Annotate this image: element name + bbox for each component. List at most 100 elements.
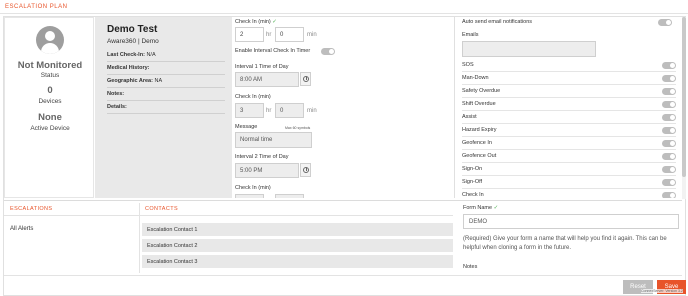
notify-label: SOS — [462, 62, 474, 68]
emails-label: Emails — [462, 32, 479, 38]
auto-email-toggle[interactable] — [658, 19, 672, 26]
status-value: Not Monitored — [17, 60, 83, 71]
geofence-in-toggle[interactable] — [662, 140, 676, 147]
geo-value: NA — [154, 78, 163, 84]
interval-timer-toggle[interactable] — [321, 48, 335, 55]
user-org: Aware360 | Demo — [107, 38, 159, 45]
message-hint: Max 60 symbols — [285, 126, 311, 130]
valid-check-icon: ✓ — [272, 19, 277, 25]
escalations-title: ESCALATIONS — [10, 206, 53, 212]
checkin-label: Check In (min) ✓ — [235, 19, 277, 25]
check-in-toggle[interactable] — [662, 192, 676, 198]
interval2-clock-button[interactable] — [300, 163, 311, 177]
contact-item[interactable]: Escalation Contact 1 — [142, 223, 453, 237]
section-divider — [4, 200, 682, 201]
checkin2-label: Check In (min) — [235, 94, 271, 100]
minutes2-input[interactable]: 0 — [275, 103, 304, 118]
man-down-toggle[interactable] — [662, 75, 676, 82]
minutes3-input[interactable] — [275, 194, 304, 198]
notify-row-safety-overdue: Safety Overdue — [462, 85, 676, 98]
message-input[interactable]: Normal time — [235, 132, 312, 148]
notes-label: Notes: — [107, 91, 125, 97]
notify-row-sign-off: Sign-Off — [462, 176, 676, 189]
minutes-input[interactable]: 0 — [275, 27, 304, 42]
last-checkin-row: Last Check-In: N/A — [107, 49, 225, 62]
checkin-settings: Check In (min) ✓ 2 hr 0 min Enable Inter… — [233, 17, 455, 198]
geo-label: Geographic Area: — [107, 78, 153, 84]
contacts-panel: CONTACTS Escalation Contact 1 Escalation… — [140, 203, 453, 273]
notify-row-check-in: Check In — [462, 189, 676, 198]
notify-label: Geofence Out — [462, 153, 497, 159]
version-label: ConnexServer: Version 3.2 — [641, 289, 683, 293]
footer-divider — [4, 275, 682, 276]
notify-label: Assist — [462, 114, 477, 120]
notify-row-sos: SOS — [462, 59, 676, 72]
escalation-item-all-alerts[interactable]: All Alerts — [10, 226, 33, 232]
active-device-label: Active Device — [30, 125, 70, 132]
devices-label: Devices — [38, 98, 62, 105]
notification-settings: Auto send email notifications Emails SOS… — [458, 17, 685, 198]
details-label: Details: — [107, 104, 127, 110]
notify-row-hazard-expiry: Hazard Expiry — [462, 124, 676, 137]
profile-card: Not Monitored Status 0 Devices None Acti… — [4, 17, 94, 198]
devices-value: 0 — [47, 85, 53, 96]
checkin3-label: Check In (min) — [235, 185, 271, 191]
interval1-time-input[interactable]: 8:00 AM — [235, 72, 299, 87]
notify-label: Safety Overdue — [462, 88, 501, 94]
medical-row: Medical History: — [107, 62, 225, 75]
user-info-panel: Demo Test Aware360 | Demo Last Check-In:… — [95, 17, 232, 198]
medical-label: Medical History: — [107, 65, 150, 71]
message-label: Message — [235, 124, 258, 130]
notify-label: Geofence In — [462, 140, 492, 146]
hours2-input[interactable]: 3 — [235, 103, 264, 118]
min-unit: min — [307, 32, 317, 38]
top-bar: ESCALATION PLAN — [0, 0, 688, 14]
hazard-expiry-toggle[interactable] — [662, 127, 676, 134]
sign-off-toggle[interactable] — [662, 179, 676, 186]
hours3-input[interactable] — [235, 194, 264, 198]
contact-item[interactable]: Escalation Contact 3 — [142, 255, 453, 269]
form-name-input[interactable]: DEMO — [463, 214, 679, 229]
scrollbar-thumb[interactable] — [682, 17, 686, 177]
emails-input[interactable] — [462, 41, 596, 57]
assist-toggle[interactable] — [662, 114, 676, 121]
interval2-time-input[interactable]: 5:00 PM — [235, 163, 299, 178]
notify-row-assist: Assist — [462, 111, 676, 124]
safety-overdue-toggle[interactable] — [662, 88, 676, 95]
form-notes-label: Notes — [463, 264, 478, 270]
notify-label: Sign-On — [462, 166, 483, 172]
valid-check-icon: ✓ — [493, 205, 499, 211]
clock-icon — [303, 76, 309, 82]
notify-row-shift-overdue: Shift Overdue — [462, 98, 676, 111]
interval2-label: Interval 2 Time of Day — [235, 154, 289, 160]
user-name: Demo Test — [107, 24, 158, 35]
form-name-help: (Required) Give your form a name that wi… — [463, 236, 667, 251]
notify-row-sign-on: Sign-On — [462, 163, 676, 176]
interval1-clock-button[interactable] — [300, 72, 311, 86]
notify-label: Shift Overdue — [462, 101, 496, 107]
avatar-icon — [36, 26, 64, 54]
interval-timer-label: Enable Interval Check In Timer — [235, 48, 311, 54]
form-name-label: Form Name ✓ — [463, 205, 499, 211]
notes-row: Notes: — [107, 88, 225, 101]
geo-row: Geographic Area: NA — [107, 75, 225, 88]
notify-row-man-down: Man-Down — [462, 72, 676, 85]
last-checkin-label: Last Check-In: — [107, 52, 145, 58]
contact-item[interactable]: Escalation Contact 2 — [142, 239, 453, 253]
sos-toggle[interactable] — [662, 62, 676, 69]
shift-overdue-toggle[interactable] — [662, 101, 676, 108]
notify-label: Man-Down — [462, 75, 489, 81]
hr-unit: hr — [266, 32, 272, 38]
sign-on-toggle[interactable] — [662, 166, 676, 173]
min2-unit: min — [307, 108, 317, 114]
notify-label: Hazard Expiry — [462, 127, 497, 133]
contacts-title: CONTACTS — [145, 206, 179, 212]
interval1-label: Interval 1 Time of Day — [235, 64, 289, 70]
notify-row-geofence-in: Geofence In — [462, 137, 676, 150]
hours-input[interactable]: 2 — [235, 27, 264, 42]
auto-email-label: Auto send email notifications — [462, 19, 533, 25]
notify-label: Sign-Off — [462, 179, 483, 185]
last-checkin-value: N/A — [146, 52, 156, 58]
geofence-out-toggle[interactable] — [662, 153, 676, 160]
hr2-unit: hr — [266, 108, 272, 114]
